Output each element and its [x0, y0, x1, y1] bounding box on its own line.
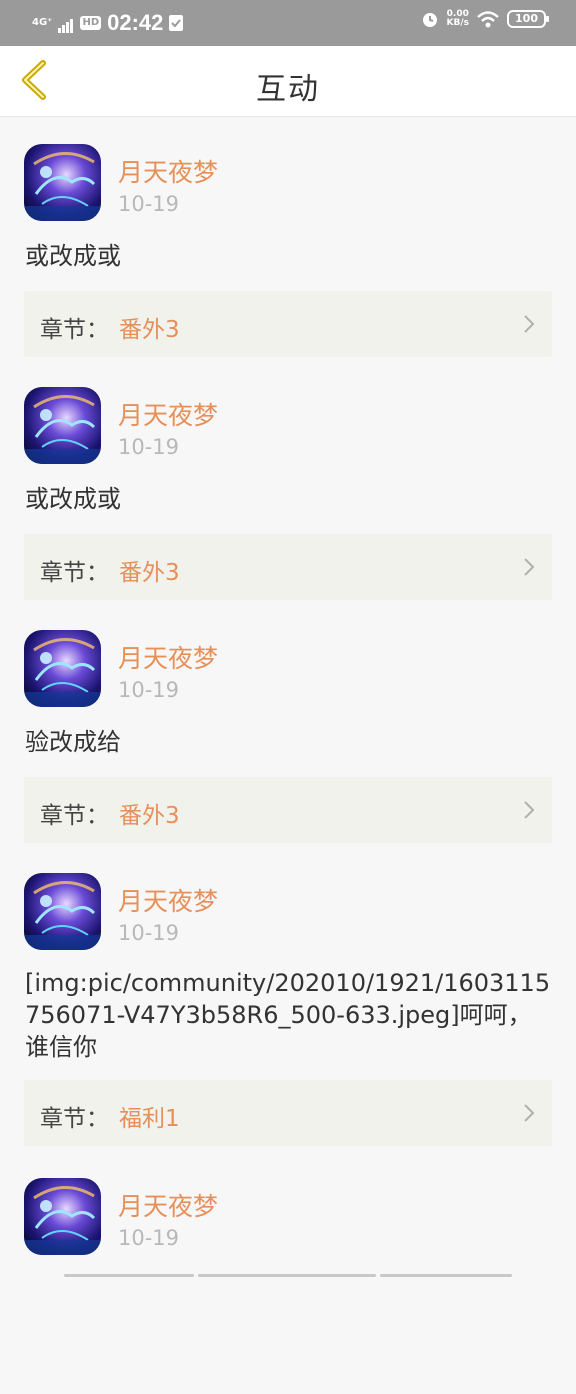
- post-date: 10-19: [118, 435, 180, 459]
- avatar[interactable]: [24, 144, 101, 221]
- bottom-nav-hint: [0, 1274, 576, 1280]
- avatar-image: [24, 387, 101, 464]
- chapter-name: 番外3: [119, 317, 180, 343]
- chapter-link[interactable]: 章节： 番外3: [24, 534, 552, 600]
- avatar[interactable]: [24, 873, 101, 950]
- chapter-name: 番外3: [119, 803, 180, 829]
- list-item: 月天夜梦 10-19 验改成给 章节： 番外3: [0, 603, 576, 846]
- comment-text: 或改成或: [25, 485, 121, 513]
- list-item: 月天夜梦 10-19: [0, 1151, 576, 1394]
- username[interactable]: 月天夜梦: [118, 882, 218, 918]
- chapter-name: 福利1: [119, 1106, 180, 1132]
- status-bar: 4G⁺ HD 02:42 0.00 KB/s 100: [0, 0, 576, 46]
- comment-text: [img:pic/community/202010/1921/160311575…: [25, 969, 551, 1061]
- avatar-image: [24, 630, 101, 707]
- list-item: 月天夜梦 10-19 [img:pic/community/202010/192…: [0, 846, 576, 1151]
- battery-icon: 100: [507, 10, 549, 28]
- nav-hint-bar: [380, 1274, 512, 1277]
- avatar[interactable]: [24, 1178, 101, 1255]
- avatar[interactable]: [24, 630, 101, 707]
- post-date: 10-19: [118, 1226, 180, 1250]
- post-date: 10-19: [118, 192, 180, 216]
- chevron-right-icon: [524, 801, 535, 819]
- avatar-image: [24, 144, 101, 221]
- username[interactable]: 月天夜梦: [118, 153, 218, 189]
- signal-icon: 4G⁺: [32, 17, 53, 28]
- avatar[interactable]: [24, 387, 101, 464]
- page-title: 互动: [256, 72, 320, 107]
- chapter-link[interactable]: 章节： 番外3: [24, 777, 552, 843]
- sim-check-icon: [169, 15, 184, 31]
- header: 互动: [0, 46, 576, 117]
- chapter-label: 章节：: [40, 560, 109, 586]
- post-date: 10-19: [118, 678, 180, 702]
- username[interactable]: 月天夜梦: [118, 639, 218, 675]
- list-item: 月天夜梦 10-19 或改成或 章节： 番外3: [0, 360, 576, 603]
- alarm-icon: [422, 13, 437, 27]
- nav-hint-bar: [64, 1274, 194, 1277]
- net-speed: 0.00 KB/s: [446, 9, 470, 28]
- post-date: 10-19: [118, 921, 180, 945]
- chapter-label: 章节：: [40, 803, 109, 829]
- username[interactable]: 月天夜梦: [118, 396, 218, 432]
- chapter-link[interactable]: 章节： 番外3: [24, 291, 552, 357]
- username[interactable]: 月天夜梦: [118, 1187, 218, 1223]
- chevron-right-icon: [524, 558, 535, 576]
- hd-icon: HD: [80, 16, 102, 30]
- avatar-image: [24, 873, 101, 950]
- chapter-label: 章节：: [40, 1106, 109, 1132]
- wifi-icon: [477, 11, 499, 28]
- comment-text: 验改成给: [25, 728, 121, 756]
- chapter-label: 章节：: [40, 317, 109, 343]
- list-item: 月天夜梦 10-19 或改成或 章节： 番外3: [0, 117, 576, 360]
- comment-text: 或改成或: [25, 242, 121, 270]
- signal-bars-icon: [58, 19, 74, 33]
- avatar-image: [24, 1178, 101, 1255]
- interaction-feed: 月天夜梦 10-19 或改成或 章节： 番外3 月天夜梦 10-19 或改成或 …: [0, 117, 576, 1394]
- chevron-right-icon: [524, 1104, 535, 1122]
- nav-hint-bar: [198, 1274, 376, 1277]
- clock-time: 02:42: [107, 10, 164, 35]
- chapter-link[interactable]: 章节： 福利1: [24, 1080, 552, 1146]
- chevron-right-icon: [524, 315, 535, 333]
- chapter-name: 番外3: [119, 560, 180, 586]
